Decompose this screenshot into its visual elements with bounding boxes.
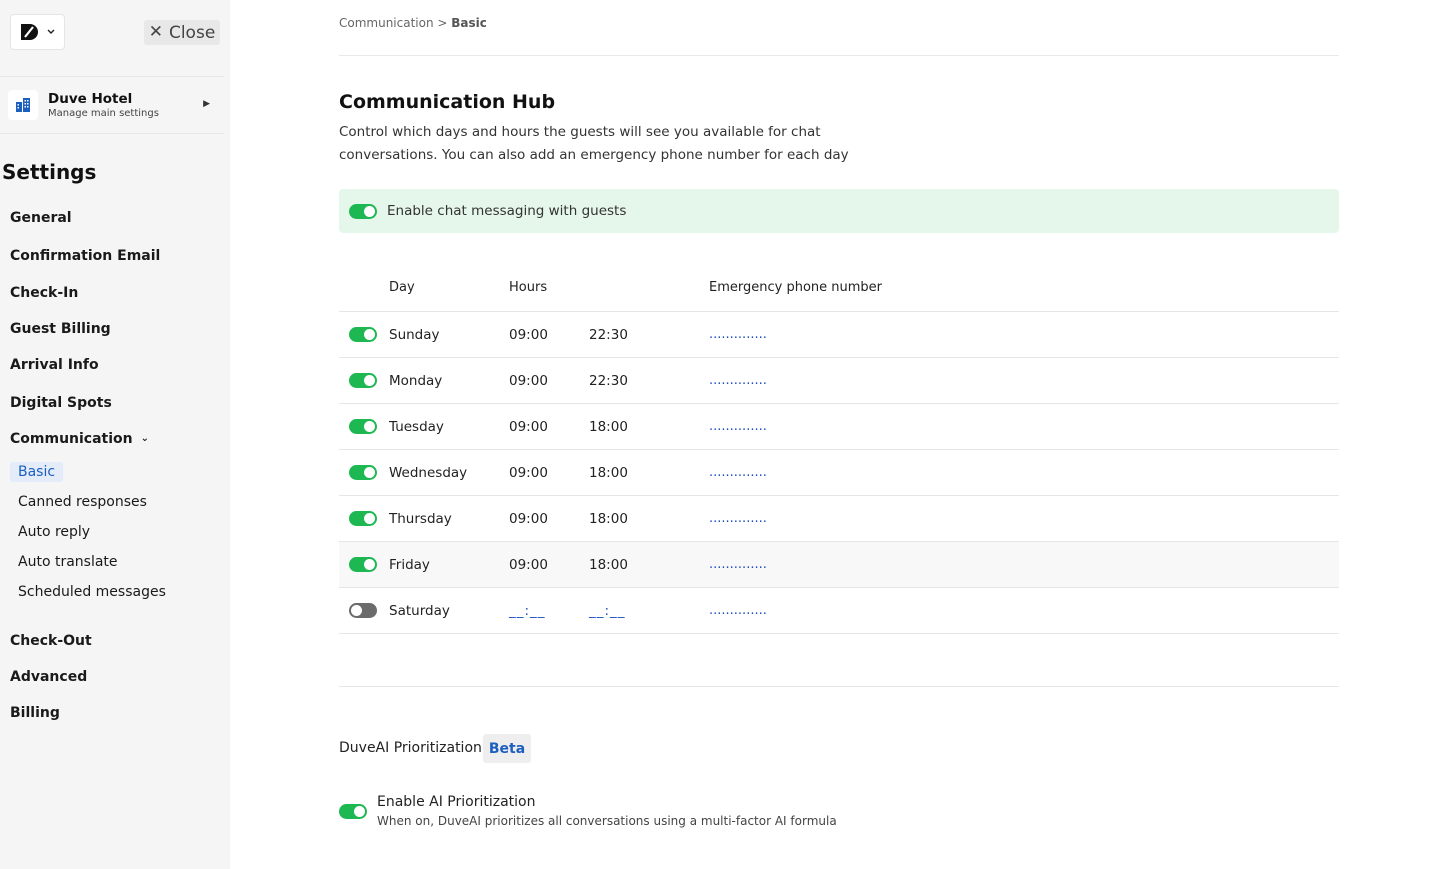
- nav-item-digital-spots[interactable]: Digital Spots: [10, 395, 112, 411]
- emergency-phone-input[interactable]: ..............: [709, 557, 767, 572]
- column-header-hours: Hours: [509, 280, 548, 295]
- hotel-subtitle: Manage main settings: [48, 108, 159, 119]
- day-label: Thursday: [389, 511, 452, 527]
- day-label: Saturday: [389, 603, 450, 619]
- page-description: Control which days and hours the guests …: [339, 124, 849, 163]
- table-row: Wednesday 09:00 18:00..............: [339, 450, 1339, 496]
- settings-title: Settings: [2, 160, 97, 184]
- ai-toggle-description: When on, DuveAI prioritizes all conversa…: [377, 814, 837, 828]
- hotel-name: Duve Hotel: [48, 91, 133, 107]
- sub-item-basic[interactable]: Basic: [10, 462, 64, 482]
- nav-item-arrival-info[interactable]: Arrival Info: [10, 357, 99, 373]
- nav-item-communication-label: Communication: [10, 431, 133, 447]
- hours-from[interactable]: 09:00: [509, 327, 548, 343]
- close-icon: ✕: [148, 22, 163, 42]
- nav-item-billing[interactable]: Billing: [10, 705, 60, 721]
- hours-to[interactable]: 18:00: [589, 557, 628, 573]
- hours-from[interactable]: __:__: [509, 603, 546, 619]
- emergency-phone-input[interactable]: ..............: [709, 465, 767, 480]
- table-row: Sunday 09:00 22:30..............: [339, 312, 1339, 358]
- nav-item-guest-billing[interactable]: Guest Billing: [10, 321, 111, 337]
- hours-to[interactable]: 22:30: [589, 373, 628, 389]
- ai-section-label: DuveAI Prioritization: [339, 740, 482, 756]
- close-button[interactable]: ✕ Close: [144, 20, 220, 45]
- divider: [339, 686, 1339, 687]
- column-header-day: Day: [389, 280, 415, 295]
- day-label: Sunday: [389, 327, 440, 343]
- sub-item-scheduled-messages[interactable]: Scheduled messages: [18, 584, 166, 600]
- nav-item-advanced[interactable]: Advanced: [10, 669, 87, 685]
- breadcrumb-current: Basic: [451, 16, 487, 30]
- hours-to[interactable]: __:__: [589, 603, 626, 619]
- hours-to[interactable]: 22:30: [589, 327, 628, 343]
- enable-chat-label: Enable chat messaging with guests: [387, 203, 627, 219]
- emergency-phone-input[interactable]: ..............: [709, 511, 767, 526]
- emergency-phone-input[interactable]: ..............: [709, 419, 767, 434]
- hotel-selector[interactable]: Duve Hotel Manage main settings ▶: [0, 76, 224, 134]
- enable-chat-banner: Enable chat messaging with guests: [339, 189, 1339, 233]
- hours-to[interactable]: 18:00: [589, 419, 628, 435]
- hours-from[interactable]: 09:00: [509, 511, 548, 527]
- day-toggle[interactable]: [349, 603, 377, 618]
- day-toggle[interactable]: [349, 373, 377, 388]
- nav-item-general[interactable]: General: [10, 210, 72, 226]
- divider: [339, 55, 1339, 56]
- sidebar: ✕ Close Duve Hotel Manage main settings …: [0, 0, 230, 869]
- nav-item-check-out[interactable]: Check-Out: [10, 633, 92, 649]
- day-toggle[interactable]: [349, 419, 377, 434]
- breadcrumb: Communication > Basic: [339, 16, 487, 30]
- day-toggle[interactable]: [349, 557, 377, 572]
- table-row: Monday 09:00 22:30..............: [339, 358, 1339, 404]
- emergency-phone-input[interactable]: ..............: [709, 327, 767, 342]
- table-row: Saturday __:__ __:__..............: [339, 588, 1339, 634]
- close-label: Close: [168, 22, 216, 43]
- day-label: Monday: [389, 373, 443, 389]
- hours-from[interactable]: 09:00: [509, 465, 548, 481]
- day-label: Wednesday: [389, 465, 468, 481]
- ai-toggle-title: Enable AI Prioritization: [377, 794, 536, 810]
- ai-prioritization-toggle[interactable]: [339, 804, 367, 819]
- chevron-down-icon: ⌄: [140, 433, 150, 444]
- hours-from[interactable]: 09:00: [509, 419, 548, 435]
- duve-logo-icon: [21, 24, 38, 40]
- enable-chat-toggle[interactable]: [349, 203, 377, 219]
- caret-right-icon: ▶: [203, 99, 210, 109]
- hours-to[interactable]: 18:00: [589, 465, 628, 481]
- hours-from[interactable]: 09:00: [509, 557, 548, 573]
- table-row: Thursday 09:00 18:00..............: [339, 496, 1339, 542]
- workspace-switcher-button[interactable]: [10, 14, 65, 50]
- day-toggle[interactable]: [349, 511, 377, 526]
- hours-to[interactable]: 18:00: [589, 511, 628, 527]
- nav-item-confirmation-email[interactable]: Confirmation Email: [10, 248, 160, 264]
- table-row: Tuesday 09:00 18:00..............: [339, 404, 1339, 450]
- emergency-phone-input[interactable]: ..............: [709, 603, 767, 618]
- sub-item-auto-translate[interactable]: Auto translate: [18, 554, 118, 570]
- nav-item-check-in[interactable]: Check-In: [10, 285, 78, 301]
- day-toggle[interactable]: [349, 327, 377, 342]
- chevron-down-icon: [47, 29, 55, 34]
- sub-item-canned-responses[interactable]: Canned responses: [18, 494, 147, 510]
- sub-item-auto-reply[interactable]: Auto reply: [18, 524, 90, 540]
- day-label: Tuesday: [389, 419, 444, 435]
- beta-badge: Beta: [483, 734, 531, 763]
- page-title: Communication Hub: [339, 91, 556, 113]
- emergency-phone-input[interactable]: ..............: [709, 373, 767, 388]
- nav-item-communication[interactable]: Communication ⌄: [10, 431, 149, 447]
- building-icon: [8, 90, 38, 120]
- day-toggle[interactable]: [349, 465, 377, 480]
- day-label: Friday: [389, 557, 430, 573]
- breadcrumb-separator: >: [433, 16, 452, 30]
- column-header-phone: Emergency phone number: [709, 280, 883, 295]
- table-row: Friday 09:00 18:00..............: [339, 542, 1339, 588]
- hours-from[interactable]: 09:00: [509, 373, 548, 389]
- breadcrumb-parent[interactable]: Communication: [339, 16, 434, 30]
